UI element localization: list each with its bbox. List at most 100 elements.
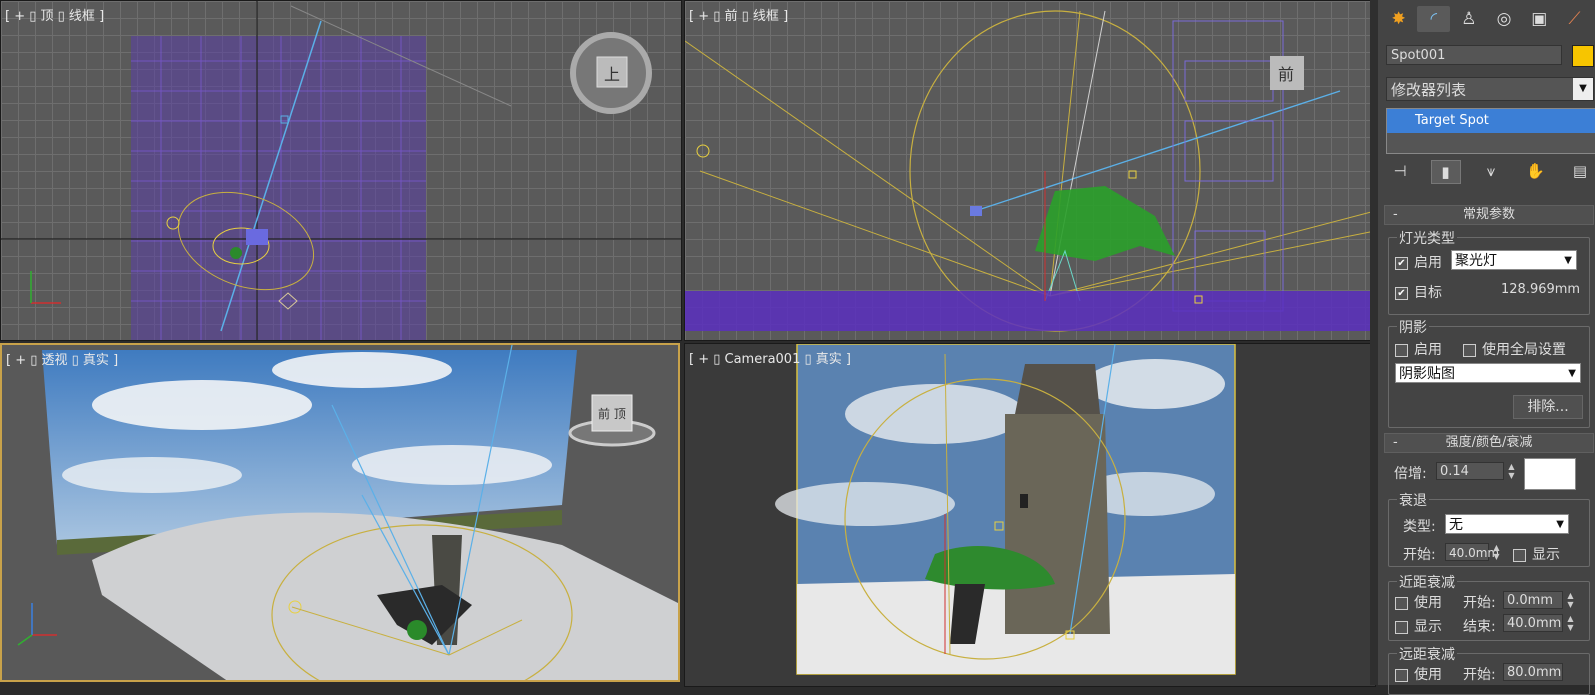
near-end-value: 40.0mm bbox=[1507, 616, 1562, 631]
checkbox-icon[interactable] bbox=[1395, 596, 1408, 610]
near-start-label: 开始: bbox=[1463, 595, 1496, 611]
viewport-camera[interactable]: [ + ▯ Camera001 ▯ 真实 ] bbox=[684, 343, 1376, 687]
decay-start-spinner[interactable]: 40.0mm ▲ ▼ bbox=[1445, 543, 1500, 561]
checkbox-icon[interactable] bbox=[1463, 343, 1476, 357]
checkbox-icon[interactable] bbox=[1513, 548, 1526, 562]
far-start-value: 80.0mm bbox=[1507, 665, 1562, 680]
intensity-title: 强度/颜色/衰减 bbox=[1445, 435, 1533, 450]
perspective-scene bbox=[2, 345, 678, 680]
light-type-dropdown[interactable]: 聚光灯 ▼ bbox=[1451, 250, 1577, 270]
decay-type-label: 类型: bbox=[1403, 519, 1436, 535]
light-color-swatch[interactable] bbox=[1524, 458, 1576, 490]
viewport-top[interactable]: [ + ▯ 顶 ▯ 线框 ] 上 bbox=[0, 0, 682, 341]
checkbox-icon[interactable] bbox=[1395, 343, 1408, 357]
hierarchy-tab[interactable]: ♙ bbox=[1452, 6, 1485, 32]
viewport-label-front[interactable]: [ + ▯ 前 ▯ 线框 ] bbox=[689, 5, 788, 24]
viewcube-top-label[interactable]: 上 bbox=[604, 61, 620, 85]
far-attenuation-group: 远距衰减 使用 开始: 80.0mm bbox=[1388, 644, 1590, 695]
stack-item-target-spot[interactable]: Target Spot bbox=[1387, 109, 1595, 133]
viewcube-front-label[interactable]: 前 bbox=[1278, 61, 1294, 85]
viewport-label-top[interactable]: [ + ▯ 顶 ▯ 线框 ] bbox=[5, 5, 104, 24]
utilities-tab[interactable]: ⟋ bbox=[1558, 6, 1591, 32]
light-type-group-title: 灯光类型 bbox=[1397, 228, 1457, 248]
near-end-spinner[interactable]: 40.0mm ▲ ▼ bbox=[1503, 614, 1574, 632]
intensity-header[interactable]: - 强度/颜色/衰减 bbox=[1384, 433, 1594, 453]
target-label: 目标 bbox=[1414, 285, 1442, 301]
spinner-arrows-icon[interactable]: ▲ ▼ bbox=[1506, 462, 1517, 480]
general-parameters-rollout: - 常规参数 灯光类型 ✔ 启用 聚光灯 ▼ ✔ 目标 128.969mm 阴影 启用 … bbox=[1384, 205, 1594, 430]
shadows-group: 阴影 启用 使用全局设置 阴影贴图 ▼ 排除... bbox=[1388, 317, 1590, 428]
modifier-stack[interactable]: Target Spot bbox=[1386, 108, 1595, 154]
modify-tab[interactable]: ◜ bbox=[1417, 6, 1451, 32]
decay-show-checkbox[interactable]: 显示 bbox=[1513, 544, 1560, 564]
object-color-swatch[interactable] bbox=[1572, 45, 1594, 67]
light-type-group: 灯光类型 ✔ 启用 聚光灯 ▼ ✔ 目标 128.969mm bbox=[1388, 228, 1590, 315]
display-tab[interactable]: ▣ bbox=[1523, 6, 1556, 32]
exclude-button[interactable]: 排除... bbox=[1513, 395, 1583, 419]
general-parameters-header[interactable]: - 常规参数 bbox=[1384, 205, 1594, 225]
intensity-rollout: - 强度/颜色/衰减 倍增: 0.14 ▲ ▼ 衰退 类型: 无 ▼ 开始: 40.0m… bbox=[1384, 433, 1594, 695]
viewport-front[interactable]: [ + ▯ 前 ▯ 线框 ] 前 bbox=[684, 0, 1376, 341]
far-start-spinner[interactable]: 80.0mm bbox=[1503, 663, 1563, 681]
front-scene bbox=[685, 10, 1375, 332]
configure-sets-icon[interactable]: ▤ bbox=[1566, 160, 1594, 182]
viewport-label-camera[interactable]: [ + ▯ Camera001 ▯ 真实 ] bbox=[689, 348, 851, 367]
near-attenuation-group: 近距衰减 使用 开始: 0.0mm ▲ ▼ 显示 结束: 40.0mm ▲ ▼ bbox=[1388, 572, 1590, 641]
show-end-result-icon[interactable]: ▮ bbox=[1430, 160, 1461, 184]
shadow-on-checkbox[interactable]: 启用 bbox=[1395, 339, 1442, 359]
near-use-checkbox[interactable]: 使用 bbox=[1395, 592, 1442, 612]
command-panel-tabs: ✸ ◜ ♙ ◎ ▣ ⟋ bbox=[1378, 0, 1595, 38]
viewport-label-perspective[interactable]: [ + ▯ 透视 ▯ 真实 ] bbox=[6, 349, 118, 368]
near-attenuation-title: 近距衰减 bbox=[1397, 572, 1457, 592]
shadow-on-label: 启用 bbox=[1414, 342, 1442, 358]
multiplier-spinner[interactable]: 0.14 ▲ ▼ bbox=[1436, 462, 1515, 480]
spinner-arrows-icon[interactable]: ▲ ▼ bbox=[1565, 614, 1576, 632]
multiplier-value: 0.14 bbox=[1440, 464, 1469, 479]
spinner-arrows-icon[interactable]: ▲ ▼ bbox=[1491, 543, 1502, 561]
light-type-value: 聚光灯 bbox=[1455, 253, 1497, 269]
use-global-settings-label: 使用全局设置 bbox=[1482, 342, 1566, 358]
near-show-checkbox[interactable]: 显示 bbox=[1395, 616, 1442, 636]
stack-toolbar: ⊣ ▮ ⩛ ✋ ▤ bbox=[1386, 160, 1594, 184]
pin-stack-icon[interactable]: ⊣ bbox=[1386, 160, 1414, 182]
chevron-down-icon: ▼ bbox=[1564, 255, 1572, 266]
shadow-type-value: 阴影贴图 bbox=[1399, 366, 1455, 382]
near-end-label: 结束: bbox=[1463, 619, 1496, 635]
chevron-down-icon: ▼ bbox=[1568, 368, 1576, 379]
target-checkbox[interactable]: ✔ 目标 bbox=[1395, 282, 1442, 302]
checkbox-icon[interactable] bbox=[1395, 620, 1408, 634]
decay-show-label: 显示 bbox=[1532, 547, 1560, 563]
decay-type-value: 无 bbox=[1449, 517, 1463, 533]
viewcube-perspective-label[interactable]: 前 顶 bbox=[598, 405, 626, 422]
decay-type-dropdown[interactable]: 无 ▼ bbox=[1445, 514, 1569, 534]
shadow-type-dropdown[interactable]: 阴影贴图 ▼ bbox=[1395, 363, 1581, 383]
checkbox-icon[interactable] bbox=[1395, 668, 1408, 682]
far-use-checkbox[interactable]: 使用 bbox=[1395, 664, 1442, 684]
chevron-down-icon[interactable]: ▼ bbox=[1573, 78, 1593, 100]
checkbox-checked-icon[interactable]: ✔ bbox=[1395, 286, 1408, 300]
far-use-label: 使用 bbox=[1414, 667, 1442, 683]
decay-group: 衰退 类型: 无 ▼ 开始: 40.0mm ▲ ▼ 显示 bbox=[1388, 490, 1590, 567]
near-start-spinner[interactable]: 0.0mm ▲ ▼ bbox=[1503, 591, 1574, 609]
motion-tab[interactable]: ◎ bbox=[1488, 6, 1521, 32]
create-tab[interactable]: ✸ bbox=[1382, 6, 1415, 32]
use-global-settings-checkbox[interactable]: 使用全局设置 bbox=[1463, 339, 1566, 359]
modifier-list-dropdown[interactable]: 修改器列表 ▼ bbox=[1386, 77, 1594, 101]
spinner-arrows-icon[interactable]: ▲ ▼ bbox=[1565, 591, 1576, 609]
target-distance: 128.969mm bbox=[1501, 282, 1581, 297]
far-attenuation-title: 远距衰减 bbox=[1397, 644, 1457, 664]
make-unique-icon[interactable]: ⩛ bbox=[1477, 160, 1505, 182]
general-parameters-title: 常规参数 bbox=[1462, 207, 1515, 222]
near-start-value: 0.0mm bbox=[1507, 593, 1554, 608]
decay-group-title: 衰退 bbox=[1397, 490, 1429, 510]
camera-scene bbox=[685, 344, 1375, 686]
light-on-label: 启用 bbox=[1414, 255, 1442, 271]
near-use-label: 使用 bbox=[1414, 595, 1442, 611]
chevron-down-icon: ▼ bbox=[1556, 519, 1564, 530]
checkbox-checked-icon[interactable]: ✔ bbox=[1395, 256, 1408, 270]
viewport-perspective[interactable]: [ + ▯ 透视 ▯ 真实 ] 前 顶 bbox=[0, 343, 680, 682]
remove-modifier-icon[interactable]: ✋ bbox=[1522, 160, 1550, 182]
light-on-checkbox[interactable]: ✔ 启用 bbox=[1395, 252, 1442, 272]
object-name-field[interactable]: Spot001 bbox=[1386, 45, 1562, 65]
modifier-list-label: 修改器列表 bbox=[1391, 81, 1467, 99]
